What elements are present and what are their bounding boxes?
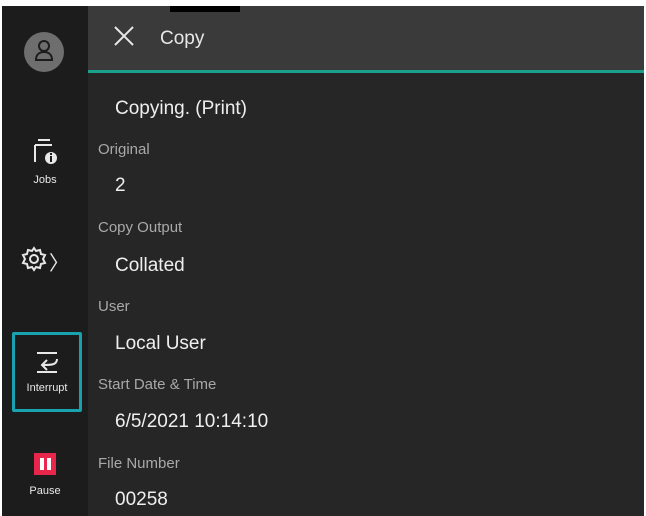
gear-icon — [21, 246, 47, 276]
settings-button[interactable]: 〉 — [2, 246, 88, 276]
user-label: User — [98, 298, 130, 315]
jobs-button[interactable]: Jobs — [2, 136, 88, 186]
jobs-label: Jobs — [33, 174, 57, 186]
job-status: Copying. (Print) — [115, 98, 247, 119]
copy-output-value: Collated — [115, 255, 185, 276]
pause-icon — [34, 453, 56, 475]
chevron-right-icon: 〉 — [49, 250, 69, 275]
copy-output-label: Copy Output — [98, 219, 183, 236]
header-bar: Copy — [88, 6, 644, 70]
pause-button[interactable]: Pause — [2, 453, 88, 497]
top-tab — [170, 6, 240, 12]
close-button[interactable] — [112, 26, 136, 50]
user-value: Local User — [115, 333, 206, 354]
file-number-value: 00258 — [115, 489, 168, 510]
jobs-info-icon — [32, 136, 58, 170]
interrupt-button[interactable]: Interrupt — [12, 332, 82, 412]
page-title: Copy — [160, 28, 205, 49]
person-icon — [33, 38, 55, 66]
original-label: Original — [98, 141, 150, 158]
user-button[interactable] — [24, 32, 64, 72]
file-number-label: File Number — [98, 455, 180, 472]
interrupt-icon — [33, 350, 61, 378]
pause-label: Pause — [29, 485, 61, 497]
device-screen: Jobs 〉 Interrupt Pause Copy Copying. (Pr… — [2, 6, 644, 516]
interrupt-label: Interrupt — [26, 382, 68, 394]
original-value: 2 — [115, 175, 126, 196]
start-datetime-value: 6/5/2021 10:14:10 — [115, 411, 269, 432]
job-details: Copying. (Print) Original 2 Copy Output … — [88, 73, 644, 516]
start-datetime-label: Start Date & Time — [98, 376, 217, 393]
close-icon — [113, 25, 135, 51]
sidebar: Jobs 〉 Interrupt Pause — [2, 6, 88, 516]
